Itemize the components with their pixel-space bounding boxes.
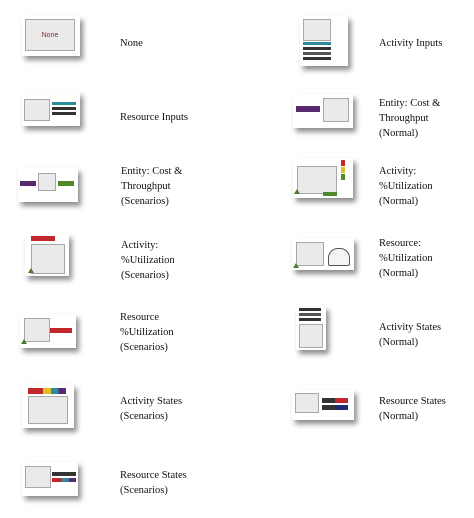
state-bar <box>322 398 348 403</box>
option-label: Activity: %Utilization (Normal) <box>379 166 433 207</box>
traffic-light-red <box>341 160 345 166</box>
input-strip <box>303 42 331 45</box>
activity-box <box>28 396 68 424</box>
activity-box <box>297 166 337 194</box>
option-label: Resource %Utilization (Scenarios) <box>120 312 174 353</box>
option-activity-states-scenarios[interactable]: Activity States (Scenarios) <box>22 384 262 434</box>
activity-util-normal-thumbnail <box>293 158 353 198</box>
option-none[interactable]: None None <box>20 16 260 68</box>
option-activity-util-normal[interactable]: Activity: %Utilization (Normal) <box>293 158 471 214</box>
entity-cost-scenarios-thumbnail <box>18 168 78 202</box>
option-resource-util-normal[interactable]: Resource: %Utilization (Normal) <box>292 236 470 288</box>
option-label: Resource Inputs <box>120 112 188 123</box>
state-bar <box>52 472 76 476</box>
state-bar <box>299 308 321 311</box>
option-activity-states-normal[interactable]: Activity States (Normal) <box>296 306 472 358</box>
activity-box <box>303 19 331 41</box>
entity-strip <box>20 181 36 186</box>
none-thumb-text: None <box>25 19 75 51</box>
resource-marker-icon <box>21 339 27 344</box>
traffic-light-yellow <box>341 167 345 173</box>
option-resource-states-normal[interactable]: Resource States (Normal) <box>292 390 470 434</box>
input-strip <box>52 112 76 115</box>
input-strip <box>52 107 76 110</box>
option-resource-states-scenarios[interactable]: Resource States (Scenarios) <box>22 462 262 514</box>
activity-states-normal-thumbnail <box>296 306 326 350</box>
option-label: Resource States (Scenarios) <box>120 470 187 496</box>
option-label: None <box>120 38 143 49</box>
activity-util-scenarios-thumbnail <box>25 234 69 276</box>
resource-marker-icon <box>293 263 299 268</box>
option-label: Resource States (Normal) <box>379 396 446 422</box>
activity-marker-icon <box>28 268 34 273</box>
resource-util-scenarios-thumbnail <box>20 314 76 348</box>
activity-inputs-thumbnail <box>300 16 348 66</box>
option-label: Activity States (Normal) <box>379 322 442 348</box>
activity-marker-icon <box>294 189 300 194</box>
activity-states-scenarios-thumbnail <box>22 384 74 428</box>
input-strip <box>303 57 331 60</box>
resource-box <box>25 466 51 488</box>
activity-box <box>299 324 323 348</box>
resource-inputs-thumbnail <box>22 92 80 126</box>
option-entity-cost-normal[interactable]: Entity: Cost & Throughput (Normal) <box>293 94 471 144</box>
util-bar <box>323 192 337 196</box>
resource-util-normal-thumbnail <box>292 238 354 270</box>
resource-box <box>24 99 50 121</box>
resource-box <box>296 242 324 266</box>
state-bar <box>52 478 76 482</box>
entity-box <box>323 98 349 122</box>
state-bar <box>322 405 348 410</box>
option-resource-inputs[interactable]: Resource Inputs <box>20 92 260 142</box>
option-activity-inputs[interactable]: Activity Inputs <box>300 16 470 68</box>
traffic-light-green <box>341 174 345 180</box>
scenario-bar <box>28 388 66 394</box>
option-label: Activity: %Utilization (Scenarios) <box>121 240 175 281</box>
entity-cost-normal-thumbnail <box>293 94 353 128</box>
resource-states-normal-thumbnail <box>292 390 354 420</box>
option-resource-util-scenarios[interactable]: Resource %Utilization (Scenarios) <box>20 310 260 366</box>
option-entity-cost-scenarios[interactable]: Entity: Cost & Throughput (Scenarios) <box>18 164 258 216</box>
resource-states-scenarios-thumbnail <box>22 462 78 496</box>
input-strip <box>303 47 331 50</box>
option-label: Activity Inputs <box>379 38 443 49</box>
option-activity-util-scenarios[interactable]: Activity: %Utilization (Scenarios) <box>25 234 265 290</box>
scenario-bar <box>31 236 55 241</box>
entity-strip <box>296 106 320 112</box>
input-strip <box>52 102 76 105</box>
option-label: Resource: %Utilization (Normal) <box>379 238 433 279</box>
activity-box <box>31 244 65 274</box>
resource-box <box>295 393 319 413</box>
option-label: Entity: Cost & Throughput (Normal) <box>379 98 441 139</box>
entity-strip <box>58 181 74 186</box>
option-label: Activity States (Scenarios) <box>120 396 183 422</box>
scenario-bar <box>50 328 72 333</box>
option-label: Entity: Cost & Throughput (Scenarios) <box>121 166 183 207</box>
gauge-icon <box>328 248 350 266</box>
state-bar <box>299 313 321 316</box>
entity-box <box>38 173 56 191</box>
state-bar <box>299 318 321 321</box>
input-strip <box>303 52 331 55</box>
resource-box <box>24 318 50 342</box>
none-thumbnail: None <box>22 16 80 56</box>
